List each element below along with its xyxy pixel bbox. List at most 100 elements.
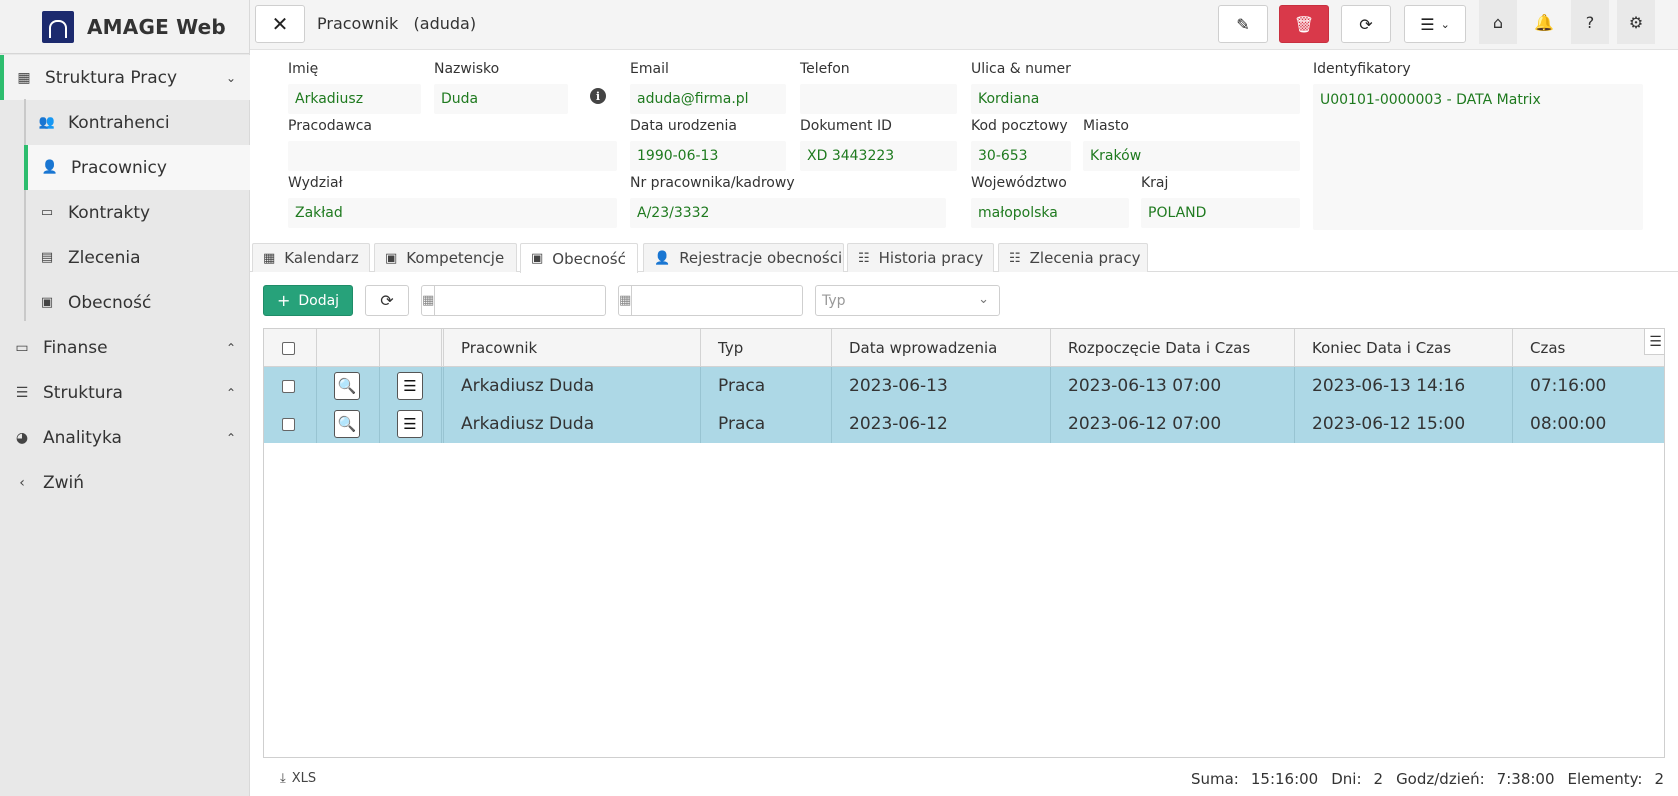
tab-label: Kalendarz (284, 249, 359, 267)
label-telefon: Telefon (800, 61, 850, 77)
sidebar-item-finanse[interactable]: ▭ Finanse ⌃ (0, 325, 250, 370)
sidebar: AMAGE Web ▦ Struktura Pracy ⌄ 👥 Kontrahe… (0, 0, 250, 796)
tab-obecnosc[interactable]: ▣ Obecność (520, 243, 638, 273)
home-button[interactable]: ⌂ (1479, 0, 1517, 44)
label-identyfikatory: Identyfikatory (1313, 61, 1411, 77)
field-nr-pracownika[interactable]: A/23/3332 (630, 198, 946, 228)
dni-value: 2 (1373, 770, 1384, 788)
download-icon: ⤓ (280, 771, 286, 786)
field-telefon[interactable] (800, 84, 957, 114)
label-imie: Imię (288, 61, 319, 77)
checkbox[interactable] (282, 417, 295, 431)
home-icon: ⌂ (1492, 12, 1504, 32)
cell-rozpoczecie: 2023-06-12 07:00 (1051, 405, 1295, 443)
field-pracodawca[interactable] (288, 141, 617, 171)
search-icon: 🔍 (337, 415, 357, 433)
field-email[interactable]: aduda@firma.pl (630, 84, 786, 114)
refresh-icon: ⟳ (380, 291, 394, 310)
delete-button[interactable]: 🗑 (1279, 5, 1329, 43)
field-ulica[interactable]: Kordiana (971, 84, 1300, 114)
row-menu-button[interactable]: ☰ (397, 372, 423, 400)
edit-button[interactable]: ✎ (1218, 5, 1268, 43)
sidebar-item-struktura[interactable]: ☰ Struktura ⌃ (0, 370, 250, 415)
row-menu-cell: ☰ (380, 405, 444, 443)
date-from-picker[interactable]: ▦ (421, 285, 618, 316)
tab-zlecenia-pracy[interactable]: ☷ Zlecenia pracy (998, 243, 1148, 272)
date-from-input[interactable] (435, 286, 618, 315)
logo-icon (42, 10, 74, 43)
date-to-picker[interactable]: ▦ (618, 285, 815, 316)
sidebar-item-analityka[interactable]: ◕ Analityka ⌃ (0, 415, 250, 460)
money-bill-icon: ▭ (40, 205, 54, 220)
field-kraj[interactable]: POLAND (1141, 198, 1300, 228)
sidebar-subitem-kontrakty[interactable]: ▭ Kontrakty (24, 190, 250, 235)
field-wydzial[interactable]: Zakład (288, 198, 617, 228)
row-menu-button[interactable]: ☰ (397, 410, 423, 438)
calendar-icon: ▦ (422, 286, 436, 315)
checkbox[interactable] (282, 341, 295, 355)
sidebar-item-label: Struktura (43, 382, 123, 403)
refresh-icon: ⟳ (1359, 14, 1373, 34)
field-miasto[interactable]: Kraków (1083, 141, 1300, 171)
calendar-icon: ▦ (619, 286, 633, 315)
cell-typ: Praca (701, 405, 832, 443)
row-select-cell (264, 405, 317, 443)
sidebar-subitem-obecnosc[interactable]: ▣ Obecność (24, 280, 250, 325)
header-select-all[interactable] (264, 329, 317, 367)
header-koniec[interactable]: Koniec Data i Czas (1295, 329, 1513, 367)
field-dokument[interactable]: XD 3443223 (800, 141, 957, 171)
label-nazwisko: Nazwisko (434, 61, 500, 77)
sidebar-item-zwin[interactable]: ‹ Zwiń (0, 460, 250, 505)
tab-kompetencje[interactable]: ▣ Kompetencje (374, 243, 517, 272)
header-czas[interactable]: Czas (1513, 329, 1664, 367)
field-nazwisko[interactable]: Duda (434, 84, 568, 114)
gear-icon: ⚙ (1628, 12, 1644, 32)
field-kod[interactable]: 30-653 (971, 141, 1071, 171)
info-icon[interactable]: i (590, 88, 606, 104)
notifications-button[interactable]: 🔔 (1525, 0, 1563, 44)
sidebar-subitem-kontrahenci[interactable]: 👥 Kontrahenci (24, 100, 250, 145)
sidebar-item-struktura-pracy[interactable]: ▦ Struktura Pracy ⌄ (0, 55, 250, 100)
header-rozpoczecie[interactable]: Rozpoczęcie Data i Czas (1051, 329, 1295, 367)
tab-rejestracje-obecnosci[interactable]: 👤 Rejestracje obecności (643, 243, 844, 272)
header-pracownik[interactable]: Pracownik (444, 329, 701, 367)
field-data-urodzenia[interactable]: 1990-06-13 (630, 141, 786, 171)
label-dokument: Dokument ID (800, 118, 892, 134)
godz-value: 7:38:00 (1496, 770, 1555, 788)
tab-label: Obecność (552, 249, 626, 268)
tab-kalendarz[interactable]: ▦ Kalendarz (252, 243, 370, 272)
table-refresh-button[interactable]: ⟳ (365, 285, 409, 316)
sidebar-subitem-pracownicy[interactable]: 👤 Pracownicy (24, 145, 250, 190)
column-menu-button[interactable]: ☰ (1644, 329, 1664, 355)
gauge-icon: ◕ (15, 429, 29, 446)
add-button[interactable]: + Dodaj (263, 285, 353, 316)
type-select[interactable]: Typ ⌄ (815, 285, 1000, 316)
view-row-button[interactable]: 🔍 (334, 372, 360, 400)
checkbox[interactable] (282, 379, 295, 393)
sidebar-subitem-zlecenia[interactable]: ▤ Zlecenia (24, 235, 250, 280)
help-button[interactable]: ? (1571, 0, 1609, 44)
menu-dropdown-button[interactable]: ☰ ⌄ (1404, 5, 1466, 43)
building-icon: ▦ (17, 69, 31, 86)
date-to-input[interactable] (632, 286, 815, 315)
export-xls-button[interactable]: ⤓ XLS (280, 771, 316, 786)
id-card-icon: ▣ (531, 251, 544, 266)
header-typ[interactable]: Typ (701, 329, 832, 367)
close-button[interactable]: ✕ (255, 5, 305, 43)
elementy-value: 2 (1654, 770, 1664, 788)
label-wydzial: Wydział (288, 175, 343, 191)
field-wojewodztwo[interactable]: małopolska (971, 198, 1129, 228)
refresh-button[interactable]: ⟳ (1341, 5, 1391, 43)
table-row[interactable]: 🔍 ☰ Arkadiusz Duda Praca 2023-06-12 2023… (264, 405, 1664, 443)
field-identyfikatory[interactable]: U00101-0000003 - DATA Matrix (1313, 84, 1643, 230)
settings-button[interactable]: ⚙ (1617, 0, 1655, 44)
bars-icon: ☰ (403, 377, 417, 395)
view-row-button[interactable]: 🔍 (334, 410, 360, 438)
tab-historia-pracy[interactable]: ☷ Historia pracy (847, 243, 994, 272)
field-imie[interactable]: Arkadiusz (288, 84, 421, 114)
header-data-wprowadzenia[interactable]: Data wprowadzenia (832, 329, 1051, 367)
chevron-up-icon: ⌃ (225, 385, 236, 400)
table-row[interactable]: 🔍 ☰ Arkadiusz Duda Praca 2023-06-13 2023… (264, 367, 1664, 405)
list-icon: ☷ (858, 250, 870, 266)
cell-koniec: 2023-06-12 15:00 (1295, 405, 1513, 443)
